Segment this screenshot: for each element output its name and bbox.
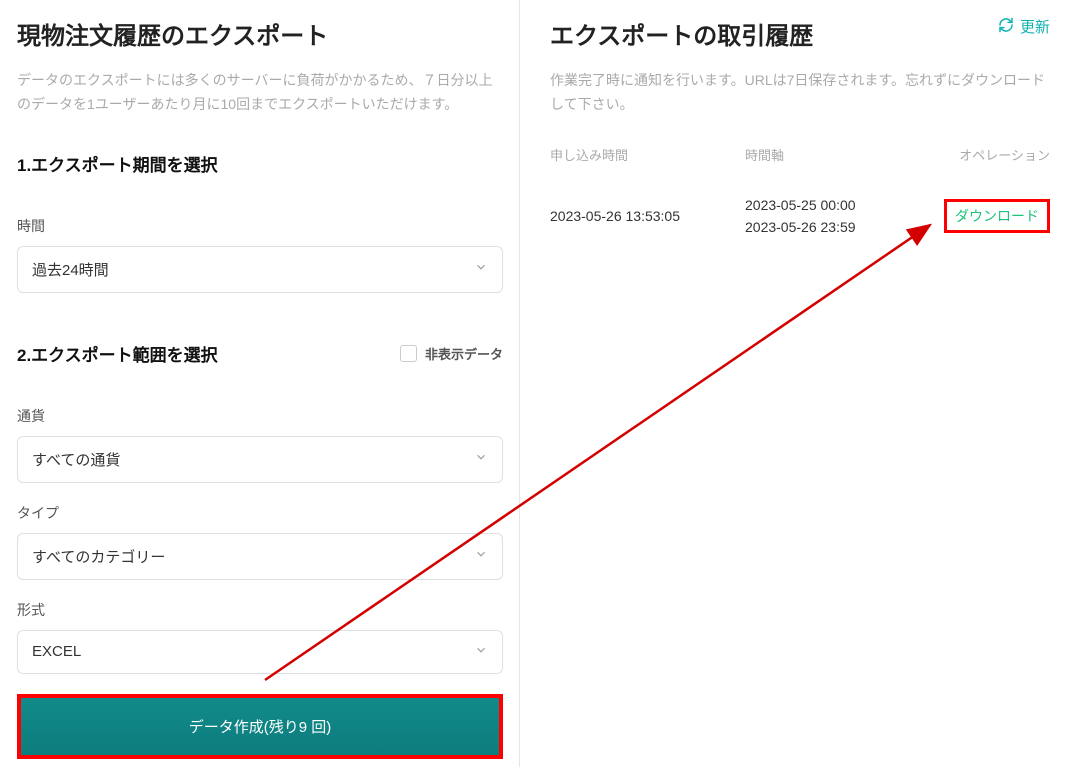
col-time-header: 申し込み時間: [550, 145, 745, 164]
format-select-value: EXCEL: [32, 643, 81, 660]
currency-label: 通貨: [17, 406, 503, 426]
section2-title: 2.エクスポート範囲を選択: [17, 341, 218, 366]
chevron-down-icon: [474, 643, 488, 661]
checkbox-icon: [400, 345, 417, 362]
refresh-icon: [998, 17, 1014, 37]
time-select[interactable]: 過去24時間: [17, 246, 503, 293]
hidden-data-checkbox[interactable]: 非表示データ: [400, 344, 503, 363]
table-header: 申し込み時間 時間軸 オペレーション: [550, 145, 1050, 164]
chevron-down-icon: [474, 450, 488, 468]
section1-title: 1.エクスポート期間を選択: [17, 151, 503, 176]
type-select-value: すべてのカテゴリー: [32, 546, 165, 567]
history-description: 作業完了時に通知を行います。URLは7日保存されます。忘れずにダウンロードして下…: [550, 69, 1050, 117]
currency-select[interactable]: すべての通貨: [17, 436, 503, 483]
currency-select-value: すべての通貨: [32, 449, 120, 470]
col-range-header: 時間軸: [745, 145, 935, 164]
cell-request-time: 2023-05-26 13:53:05: [550, 208, 745, 224]
export-description: データのエクスポートには多くのサーバーに負荷がかかるため、７日分以上のデータを1…: [17, 69, 503, 117]
export-title: 現物注文履歴のエクスポート: [17, 16, 503, 51]
hidden-data-label: 非表示データ: [425, 344, 503, 363]
chevron-down-icon: [474, 547, 488, 565]
time-label: 時間: [17, 216, 503, 236]
create-data-button[interactable]: データ作成(残り9 回): [21, 698, 499, 755]
table-row: 2023-05-26 13:53:05 2023-05-25 00:00 202…: [550, 194, 1050, 239]
time-select-value: 過去24時間: [32, 259, 109, 280]
refresh-label: 更新: [1020, 16, 1050, 37]
cell-operation: ダウンロード: [935, 206, 1050, 226]
download-link[interactable]: ダウンロード: [955, 208, 1039, 224]
download-highlight: ダウンロード: [944, 199, 1050, 233]
col-operation-header: オペレーション: [935, 145, 1050, 164]
chevron-down-icon: [474, 260, 488, 278]
range-from: 2023-05-25 00:00: [745, 194, 935, 216]
history-title: エクスポートの取引履歴: [550, 16, 813, 51]
format-label: 形式: [17, 600, 503, 620]
cell-time-range: 2023-05-25 00:00 2023-05-26 23:59: [745, 194, 935, 239]
refresh-button[interactable]: 更新: [998, 16, 1050, 37]
submit-highlight: データ作成(残り9 回): [17, 694, 503, 759]
type-label: タイプ: [17, 503, 503, 523]
format-select[interactable]: EXCEL: [17, 630, 503, 674]
range-to: 2023-05-26 23:59: [745, 216, 935, 238]
type-select[interactable]: すべてのカテゴリー: [17, 533, 503, 580]
